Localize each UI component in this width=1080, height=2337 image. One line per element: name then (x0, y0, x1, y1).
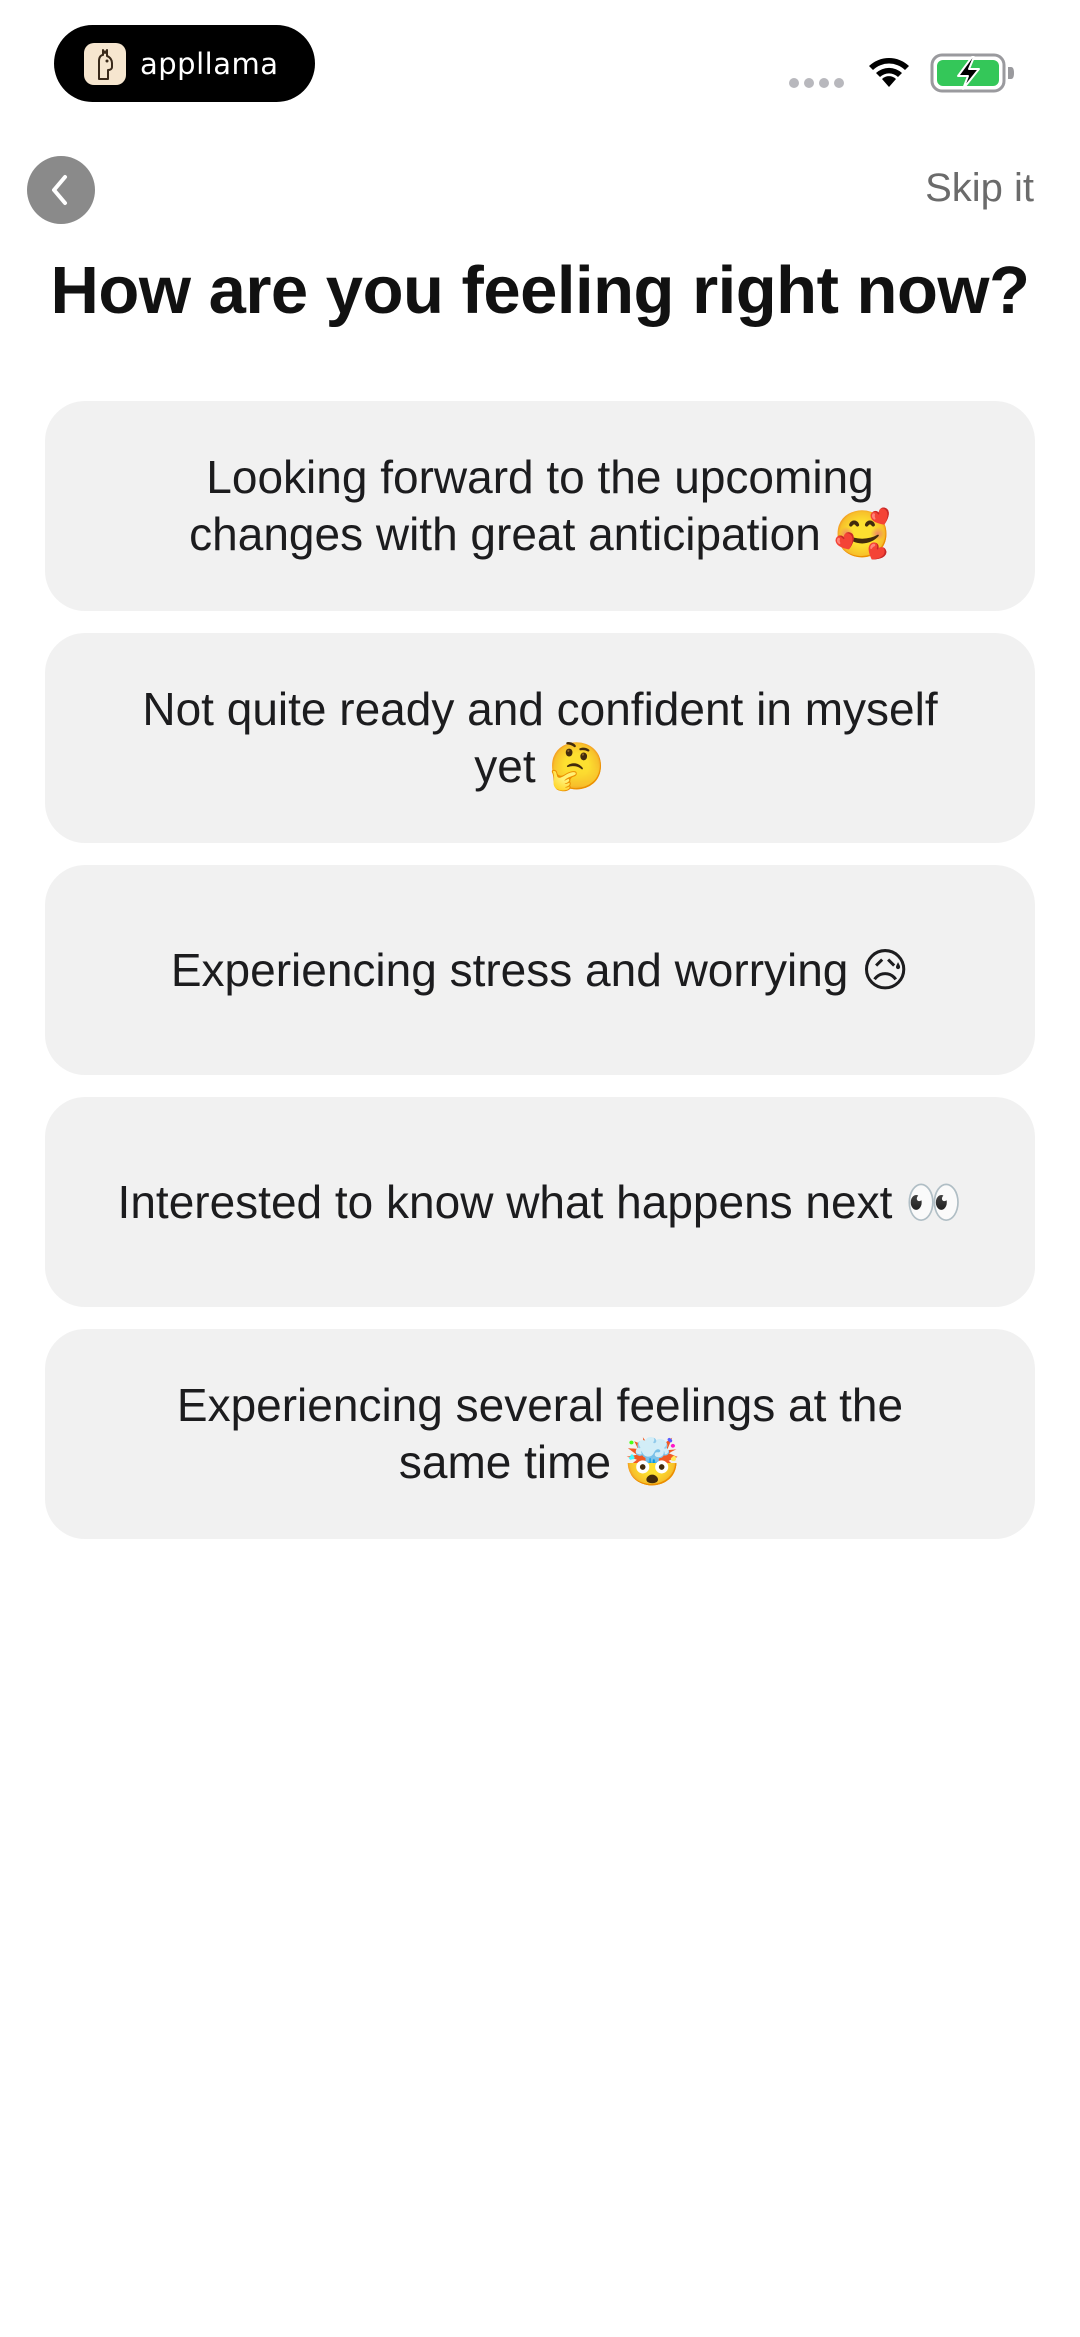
option-label: Experiencing several feelings at the sam… (176, 1379, 904, 1488)
option-card-stress[interactable]: Experiencing stress and worrying 😥 (45, 865, 1035, 1075)
app-badge: appllama (54, 25, 315, 102)
option-label: Not quite ready and confident in myself … (142, 683, 938, 792)
page-title: How are you feeling right now? (50, 253, 1030, 328)
option-label: Looking forward to the upcoming changes … (189, 451, 891, 560)
app-badge-name: appllama (140, 46, 279, 81)
cellular-signal-dots-icon (789, 78, 844, 88)
battery-charging-icon (930, 52, 1016, 99)
llama-logo-icon (84, 42, 126, 85)
option-card-not-ready[interactable]: Not quite ready and confident in myself … (45, 633, 1035, 843)
option-card-interested[interactable]: Interested to know what happens next 👀 (45, 1097, 1035, 1307)
chevron-left-icon (52, 175, 67, 205)
skip-button[interactable]: Skip it (925, 166, 1034, 211)
option-label: Experiencing stress and worrying 😥 (170, 943, 910, 996)
wifi-icon (866, 55, 912, 94)
option-card-several-feelings[interactable]: Experiencing several feelings at the sam… (45, 1329, 1035, 1539)
options-list: Looking forward to the upcoming changes … (45, 401, 1035, 1561)
option-label: Interested to know what happens next 👀 (117, 1175, 963, 1228)
option-card-looking-forward[interactable]: Looking forward to the upcoming changes … (45, 401, 1035, 611)
back-button[interactable] (27, 156, 95, 224)
